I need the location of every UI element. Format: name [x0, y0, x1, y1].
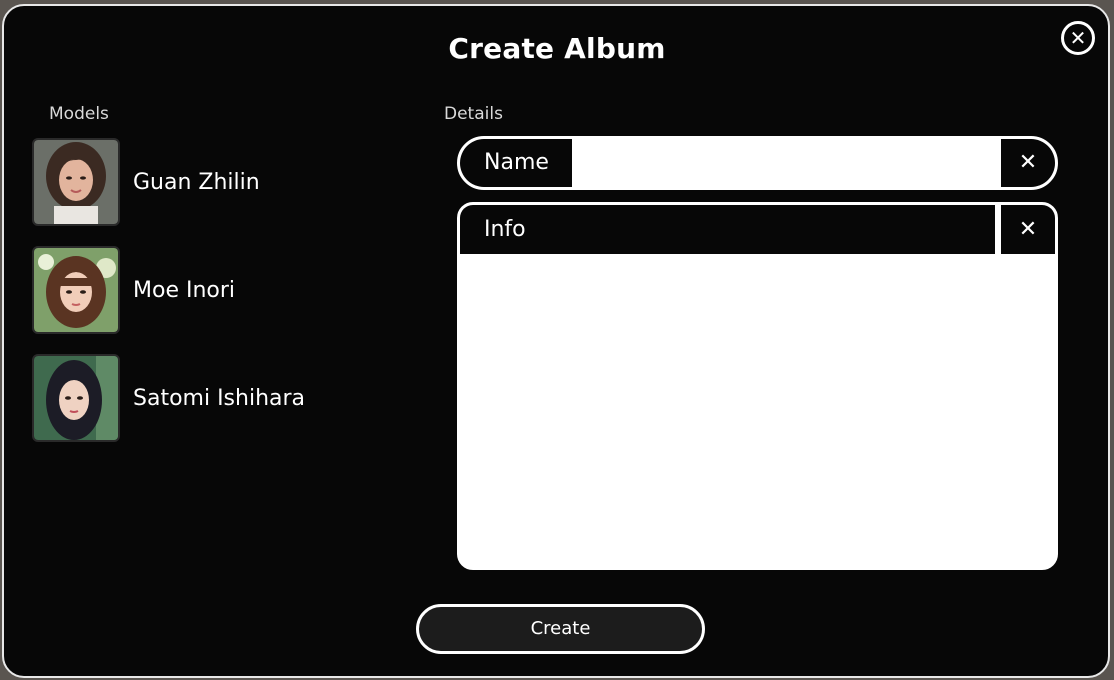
details-label: Details — [444, 104, 503, 124]
create-button[interactable]: Create — [416, 604, 705, 654]
close-icon: ✕ — [1018, 217, 1038, 242]
dialog-title: Create Album — [448, 32, 666, 65]
avatar — [32, 138, 120, 226]
name-field: Name ✕ — [457, 136, 1058, 190]
close-icon: ✕ — [1069, 26, 1087, 50]
close-icon: ✕ — [1018, 150, 1038, 175]
avatar — [32, 354, 120, 442]
model-item-moe-inori[interactable]: Moe Inori — [32, 246, 412, 338]
info-label: Info — [460, 205, 995, 254]
model-item-satomi-ishihara[interactable]: Satomi Ishihara — [32, 354, 412, 446]
models-label: Models — [49, 104, 109, 124]
name-label: Name — [460, 139, 572, 187]
model-name: Satomi Ishihara — [133, 386, 306, 411]
model-item-guan-zhilin[interactable]: Guan Zhilin — [32, 138, 412, 230]
info-textarea[interactable] — [460, 254, 1055, 567]
info-field: Info ✕ — [457, 202, 1058, 570]
close-dialog-button[interactable]: ✕ — [1061, 21, 1095, 55]
avatar — [32, 246, 120, 334]
clear-name-button[interactable]: ✕ — [1001, 139, 1055, 187]
model-name: Moe Inori — [133, 278, 236, 303]
model-name: Guan Zhilin — [133, 170, 260, 195]
name-input[interactable] — [572, 139, 1002, 187]
clear-info-button[interactable]: ✕ — [1001, 205, 1055, 254]
